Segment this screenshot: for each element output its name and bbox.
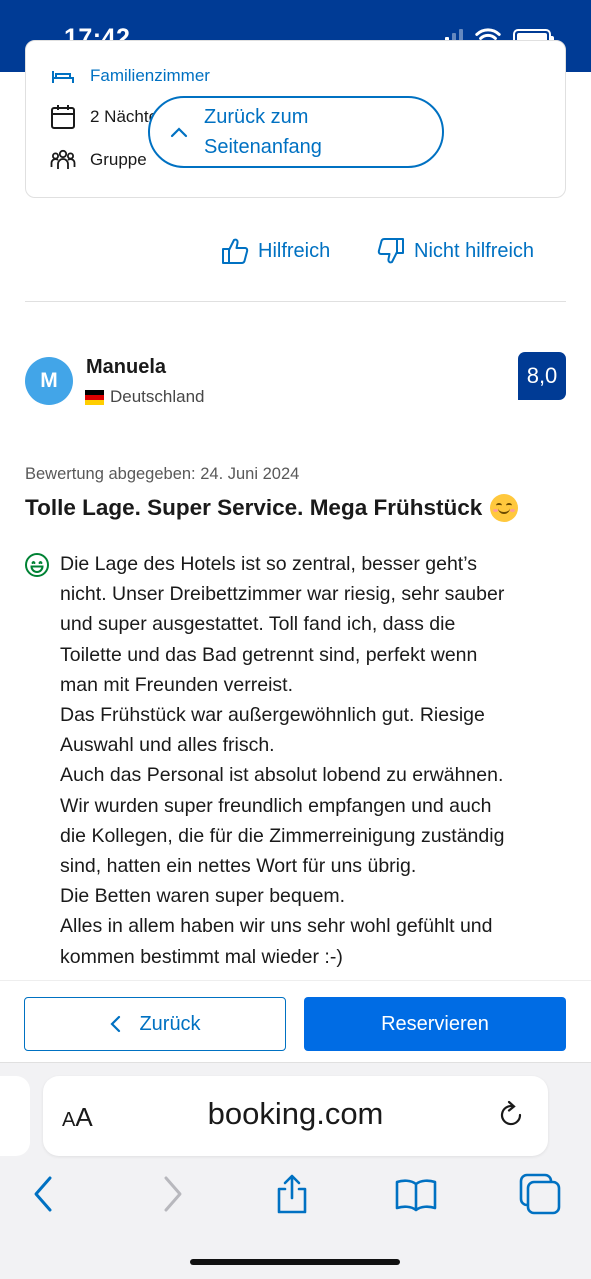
section-divider [25,301,566,302]
nights-row: 2 Nächte [50,104,158,130]
thumbs-down-icon [377,238,404,264]
address-bar[interactable]: AA booking.com [43,1076,548,1156]
back-button[interactable]: Zurück [24,997,286,1051]
browser-toolbar: AA booking.com [0,1063,591,1279]
room-type-row: Familienzimmer [50,63,210,89]
bed-icon [50,63,76,89]
browser-nav-row [0,1168,591,1218]
reload-icon[interactable] [494,1098,528,1132]
back-button-label: Zurück [139,1012,201,1035]
calendar-icon [50,104,76,130]
chevron-left-icon [110,1015,121,1033]
room-type-label: Familienzimmer [90,66,210,85]
smiling-emoji-icon [490,494,519,522]
avatar: M [25,357,73,405]
browser-forward-icon[interactable] [150,1172,194,1216]
review-positive-section: Die Lage des Hotels ist so zentral, bess… [24,549,569,972]
not-helpful-button[interactable]: Nicht hilfreich [376,236,534,266]
guest-type-label: Gruppe [90,150,147,169]
group-icon [50,147,76,173]
review-feedback-row: Hilfreich Nicht hilfreich [0,232,591,272]
back-to-top-button[interactable]: Zurück zum Seitenanfang [148,96,444,168]
review-date: Bewertung abgegeben: 24. Juni 2024 [25,465,300,483]
reserve-button-label: Reservieren [381,1012,489,1035]
url-text: booking.com [207,1096,384,1131]
not-helpful-label: Nicht hilfreich [414,239,535,262]
review-title: Tolle Lage. Super Service. Mega Frühstüc… [25,494,519,522]
previous-tab-preview[interactable] [0,1076,30,1156]
guest-type-row: Gruppe [50,147,147,173]
bookmarks-icon[interactable] [394,1172,438,1216]
tabs-icon[interactable] [518,1172,562,1216]
review-score-badge: 8,0 [518,352,566,400]
germany-flag-icon [85,389,104,405]
smiley-positive-icon [25,553,49,577]
back-to-top-label: Zurück zum Seitenanfang [204,106,322,158]
helpful-label: Hilfreich [258,239,331,262]
thumbs-up-icon [222,238,249,264]
home-indicator [190,1259,400,1265]
review-title-text: Tolle Lage. Super Service. Mega Frühstüc… [25,495,483,520]
bottom-action-bar: Zurück Reservieren [0,980,591,1063]
share-icon[interactable] [270,1172,314,1216]
review-positive-text: Die Lage des Hotels ist so zentral, bess… [60,553,505,968]
chevron-up-icon [170,117,188,147]
reviewer-name: Manuela [86,356,167,378]
reviewer-country-label: Deutschland [110,387,205,406]
helpful-button[interactable]: Hilfreich [220,236,330,266]
reviewer-header: M Manuela Deutschland 8,0 [25,352,566,412]
browser-back-icon[interactable] [22,1172,66,1216]
reserve-button[interactable]: Reservieren [304,997,566,1051]
reviewer-country: Deutschland [85,387,205,407]
